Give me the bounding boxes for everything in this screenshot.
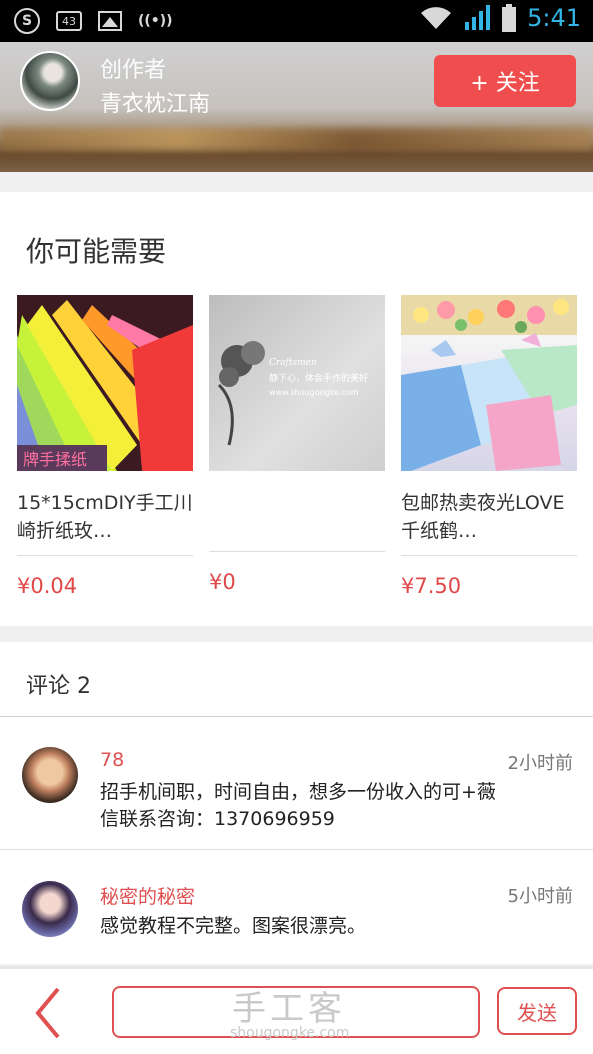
watermark-logo: 手工客 [232, 989, 346, 1029]
thumb-text-slogan: 静下心，体会手作的美好 [269, 372, 368, 384]
product-price: ¥7.50 [401, 574, 462, 598]
bottom-bar: 手工客 shougongke.com 发送 [0, 966, 593, 1054]
thumb-text-craftsmen: Craftsmen [269, 358, 317, 368]
comment-time: 5小时前 [507, 886, 573, 907]
status-bar-notifications: S 43 ((•)) [14, 8, 173, 34]
divider [17, 555, 193, 556]
comment-item: 78 2小时前 招手机间职，时间自由，想多一份收入的可+薇信联系咨询：13706… [0, 717, 593, 849]
product-image[interactable]: 牌手揉纸 [17, 295, 193, 471]
product-price: ¥0.04 [17, 574, 78, 598]
comment-text: 招手机间职，时间自由，想多一份收入的可+薇信联系咨询：1370696959 [100, 781, 496, 830]
thumb-text-url: www.shougongke.com [269, 388, 359, 397]
divider [401, 555, 577, 556]
product-card[interactable]: Craftsmen 静下心，体会手作的美好 www.shougongke.com… [209, 295, 385, 594]
wifi-icon [421, 7, 452, 29]
svg-text:牌手揉纸: 牌手揉纸 [23, 450, 87, 469]
creator-header: 创作者 青衣枕江南 + 关注 [0, 42, 593, 172]
recommend-section: 你可能需要 牌手揉纸 15*15cmDIY手工川崎折纸玫… ¥0.04 Craf… [0, 192, 593, 626]
product-price: ¥0 [209, 570, 236, 594]
notification-count: 43 [62, 14, 76, 28]
signal-icon [465, 5, 491, 30]
product-image[interactable]: Craftsmen 静下心，体会手作的美好 www.shougongke.com [209, 295, 385, 471]
product-card[interactable]: 包邮热卖夜光LOVE千纸鹤… ¥7.50 [401, 295, 577, 598]
creator-label: 创作者 [100, 58, 167, 83]
creator-name[interactable]: 青衣枕江南 [100, 86, 210, 118]
clock: 5:41 [527, 4, 581, 32]
comments-section: 评论 2 78 2小时前 招手机间职，时间自由，想多一份收入的可+薇信联系咨询：… [0, 642, 593, 964]
comments-title: 评论 2 [26, 674, 91, 699]
product-name: 包邮热卖夜光LOVE千纸鹤… [401, 492, 565, 542]
avatar[interactable] [22, 881, 78, 937]
notification-count-icon: 43 [56, 11, 82, 31]
send-button[interactable]: 发送 [497, 987, 577, 1035]
s-app-icon: S [14, 8, 40, 34]
image-icon [98, 11, 122, 31]
comment-text: 感觉教程不完整。图案很漂亮。 [100, 915, 367, 937]
comment-user[interactable]: 78 [100, 749, 124, 771]
recommend-title: 你可能需要 [26, 235, 167, 268]
product-card[interactable]: 牌手揉纸 15*15cmDIY手工川崎折纸玫… ¥0.04 [17, 295, 193, 598]
follow-button[interactable]: + 关注 [434, 55, 576, 107]
origami-paper-image: 牌手揉纸 [17, 295, 193, 471]
creator-avatar[interactable] [20, 51, 80, 111]
back-arrow-icon[interactable] [28, 985, 68, 1041]
placeholder-flower-image: Craftsmen 静下心，体会手作的美好 www.shougongke.com [217, 341, 368, 446]
avatar[interactable] [22, 747, 78, 803]
paper-cranes-image [401, 295, 577, 471]
status-bar: S 43 ((•)) 5:41 [0, 0, 593, 42]
hotspot-icon: ((•)) [138, 13, 173, 29]
watermark-url: shougongke.com [230, 1025, 350, 1041]
product-name [209, 489, 385, 545]
product-image[interactable] [401, 295, 577, 471]
divider [209, 551, 385, 552]
battery-icon [502, 4, 517, 32]
product-name: 15*15cmDIY手工川崎折纸玫… [17, 492, 193, 542]
comment-time: 2小时前 [507, 753, 573, 774]
comment-item: 秘密的秘密 5小时前 感觉教程不完整。图案很漂亮。 [0, 850, 593, 964]
status-bar-system: 5:41 [419, 4, 581, 32]
comment-user[interactable]: 秘密的秘密 [100, 882, 195, 909]
